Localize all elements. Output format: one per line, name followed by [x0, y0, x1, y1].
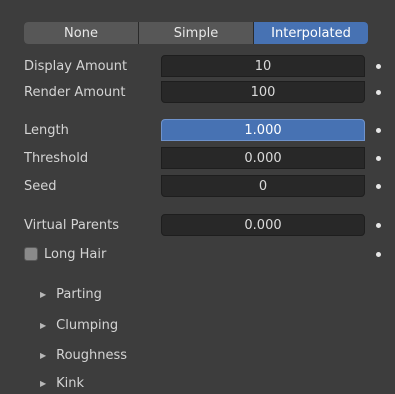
mode-none-tab[interactable]: None	[24, 22, 139, 44]
virtual-parents-field[interactable]: 0.000	[161, 214, 365, 236]
subpanel-roughness[interactable]: ▶ Roughness	[40, 344, 127, 366]
length-row: Length	[24, 119, 69, 141]
display-amount-keyframe-dot[interactable]	[376, 64, 381, 69]
expand-triangle-icon: ▶	[40, 289, 47, 299]
render-amount-keyframe-dot[interactable]	[376, 90, 381, 95]
threshold-label: Threshold	[24, 150, 89, 166]
long-hair-keyframe-dot[interactable]	[376, 252, 381, 257]
virtual-parents-keyframe-dot[interactable]	[376, 223, 381, 228]
expand-triangle-icon: ▶	[40, 378, 47, 388]
length-field[interactable]: 1.000	[161, 119, 365, 141]
subpanel-clumping-label: Clumping	[56, 317, 119, 333]
seed-field[interactable]: 0	[161, 175, 365, 197]
render-amount-field[interactable]: 100	[161, 81, 365, 103]
threshold-field[interactable]: 0.000	[161, 147, 365, 169]
children-mode-selector: None Simple Interpolated	[24, 22, 368, 44]
mode-simple-tab[interactable]: Simple	[139, 22, 254, 44]
subpanel-kink-label: Kink	[56, 375, 85, 391]
subpanel-clumping[interactable]: ▶ Clumping	[40, 314, 118, 336]
virtual-parents-row: Virtual Parents	[24, 214, 119, 236]
display-amount-label: Display Amount	[24, 58, 128, 74]
subpanel-kink[interactable]: ▶ Kink	[40, 372, 84, 394]
seed-row: Seed	[24, 175, 57, 197]
subpanel-parting[interactable]: ▶ Parting	[40, 283, 102, 305]
render-amount-label: Render Amount	[24, 84, 126, 100]
expand-triangle-icon: ▶	[40, 320, 47, 330]
long-hair-label: Long Hair	[44, 246, 107, 262]
virtual-parents-label: Virtual Parents	[24, 217, 119, 233]
threshold-keyframe-dot[interactable]	[376, 156, 381, 161]
length-label: Length	[24, 122, 69, 138]
display-amount-row: Display Amount	[24, 55, 127, 77]
seed-label: Seed	[24, 178, 57, 194]
expand-triangle-icon: ▶	[40, 350, 47, 360]
display-amount-field[interactable]: 10	[161, 55, 365, 77]
render-amount-row: Render Amount	[24, 81, 126, 103]
threshold-row: Threshold	[24, 147, 88, 169]
subpanel-roughness-label: Roughness	[56, 347, 128, 363]
length-keyframe-dot[interactable]	[376, 128, 381, 133]
long-hair-row: Long Hair	[44, 243, 106, 265]
long-hair-checkbox[interactable]	[24, 247, 38, 261]
mode-interpolated-tab[interactable]: Interpolated	[254, 22, 368, 44]
subpanel-parting-label: Parting	[56, 286, 102, 302]
seed-keyframe-dot[interactable]	[376, 184, 381, 189]
